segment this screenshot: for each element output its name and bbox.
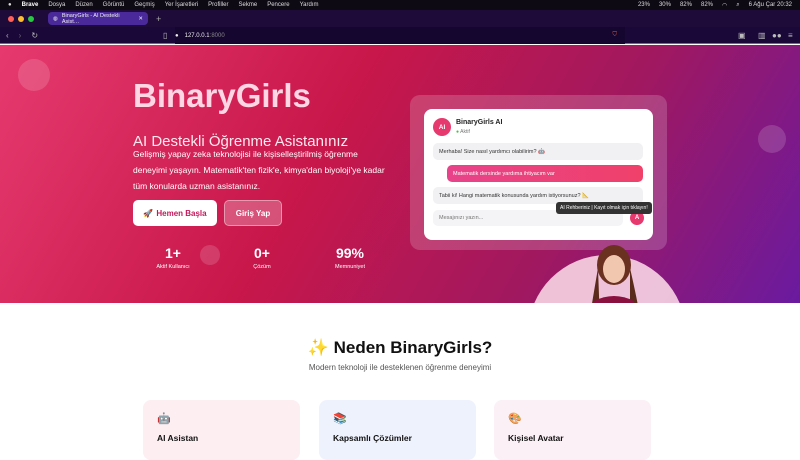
menu-icon[interactable]: ≡	[788, 31, 793, 40]
menu-yer-isaretleri[interactable]: Yer İşaretleri	[165, 2, 198, 8]
menu-profiller[interactable]: Profiller	[208, 2, 228, 8]
brave-shield-icon[interactable]: ⛉	[612, 32, 617, 39]
decorative-bubble	[18, 59, 50, 91]
feature-title: AI Asistan	[157, 433, 199, 443]
robot-icon: 🤖	[157, 413, 171, 425]
navigation-bar: ‹ › ↻ ▯ ● 127.0.0.1:8000 ⛉ ▣ ▥ ●● ≡	[0, 27, 800, 44]
maximize-window-button[interactable]	[28, 15, 34, 22]
wallet-icon[interactable]: ▣	[738, 31, 746, 40]
decorative-bubble	[758, 125, 786, 153]
feature-card-solutions[interactable]: 📚 Kapsamlı Çözümler	[319, 400, 476, 460]
stat-mem[interactable]: 30%	[659, 2, 671, 8]
features-section: ✨ Neden BinaryGirls? Modern teknoloji il…	[0, 303, 800, 460]
leo-icon[interactable]: ●●	[772, 31, 782, 40]
hero-description: Gelişmiş yapay zeka teknolojisi ile kişi…	[133, 149, 385, 191]
stat-solutions: 0+ Çözüm	[222, 245, 302, 270]
start-button[interactable]: 🚀 Hemen Başla	[133, 200, 217, 226]
menu-sekme[interactable]: Sekme	[239, 2, 258, 8]
login-button[interactable]: Giriş Yap	[224, 200, 282, 226]
minimize-window-button[interactable]	[18, 15, 24, 22]
avatar-tooltip: AI Rehberiniz | Kayıt olmak için tıklayı…	[556, 202, 652, 214]
feature-title: Kapsamlı Çözümler	[333, 433, 412, 443]
hero-title: BinaryGirls	[133, 77, 311, 114]
url-host: 127.0.0.1	[184, 32, 210, 39]
tab-binarygirls[interactable]: ◍ BinaryGirls - AI Destekli Asist… ✕	[48, 12, 148, 25]
chat-bot-name: BinaryGirls AI	[456, 119, 503, 126]
stat-battery[interactable]: 82%	[701, 2, 713, 8]
stat-disk[interactable]: 82%	[680, 2, 692, 8]
site-info-icon[interactable]: ●	[175, 33, 179, 39]
palette-icon: 🎨	[508, 413, 522, 425]
feature-title: Kişisel Avatar	[508, 433, 564, 443]
stat-cpu[interactable]: 23%	[638, 2, 650, 8]
chat-message-user: Matematik dersinde yardıma ihtiyacım var	[447, 165, 643, 182]
feature-card-avatar[interactable]: 🎨 Kişisel Avatar	[494, 400, 651, 460]
apple-icon[interactable]: ●	[8, 2, 12, 8]
close-window-button[interactable]	[8, 15, 14, 22]
chat-preview-card: AI BinaryGirls AI ● Aktif Merhaba! Size …	[424, 109, 653, 240]
features-title: ✨ Neden BinaryGirls?	[0, 338, 800, 358]
tab-title: BinaryGirls - AI Destekli Asist…	[61, 12, 120, 25]
sidebar-icon[interactable]: ▥	[758, 31, 766, 40]
online-dot-icon: ●	[456, 129, 460, 135]
bookmark-icon[interactable]: ▯	[163, 31, 167, 40]
chat-message-bot: Merhaba! Size nasıl yardımcı olabilirim?…	[433, 143, 643, 160]
hero-section: BinaryGirls AI Destekli Öğrenme Asistanı…	[0, 45, 800, 303]
menu-yardim[interactable]: Yardım	[300, 2, 319, 8]
stat-label: Memnuniyet	[335, 264, 365, 270]
reload-icon[interactable]: ↻	[31, 31, 38, 40]
menu-goruntu[interactable]: Görüntü	[103, 2, 125, 8]
stat-value: 0+	[254, 245, 270, 261]
back-icon[interactable]: ‹	[6, 31, 9, 40]
stat-value: 1+	[165, 245, 181, 261]
tab-bar: ◍ BinaryGirls - AI Destekli Asist… ✕ +	[0, 10, 800, 27]
start-button-label: Hemen Başla	[156, 208, 207, 218]
address-bar[interactable]: ● 127.0.0.1:8000 ⛉	[175, 27, 625, 44]
stat-users: 1+ Aktif Kullanıcı	[133, 245, 213, 270]
close-tab-icon[interactable]: ✕	[138, 16, 143, 22]
new-tab-button[interactable]: +	[156, 14, 161, 24]
stat-label: Aktif Kullanıcı	[156, 264, 190, 270]
chat-status: ● Aktif	[456, 129, 470, 135]
search-icon[interactable]: ⌕	[736, 2, 739, 9]
macos-menubar: ● Brave Dosya Düzen Görüntü Geçmiş Yer İ…	[0, 0, 800, 10]
clock[interactable]: 6 Ağu Çar 20:32	[749, 2, 792, 8]
books-icon: 📚	[333, 413, 347, 425]
sparkles-icon: ✨	[307, 338, 329, 357]
url-port: :8000	[209, 32, 225, 39]
rocket-icon: 🚀	[143, 208, 154, 218]
menu-app[interactable]: Brave	[22, 2, 39, 8]
ai-avatar: AI	[433, 118, 451, 136]
stat-satisfaction: 99% Memnuniyet	[310, 245, 390, 270]
stat-value: 99%	[335, 245, 365, 261]
globe-icon: ◍	[53, 15, 58, 22]
menu-duzen[interactable]: Düzen	[75, 2, 92, 8]
menu-gecmis[interactable]: Geçmiş	[134, 2, 154, 8]
stat-label: Çözüm	[253, 264, 271, 270]
wifi-icon[interactable]: ◠	[722, 2, 727, 9]
feature-card-ai[interactable]: 🤖 AI Asistan	[143, 400, 300, 460]
features-title-text: Neden BinaryGirls?	[333, 338, 493, 357]
menu-dosya[interactable]: Dosya	[48, 2, 65, 8]
features-subtitle: Modern teknoloji ile desteklenen öğrenme…	[308, 363, 492, 372]
ai-avatar-character[interactable]	[570, 243, 660, 303]
menu-pencere[interactable]: Pencere	[267, 2, 289, 8]
forward-icon[interactable]: ›	[19, 31, 22, 40]
